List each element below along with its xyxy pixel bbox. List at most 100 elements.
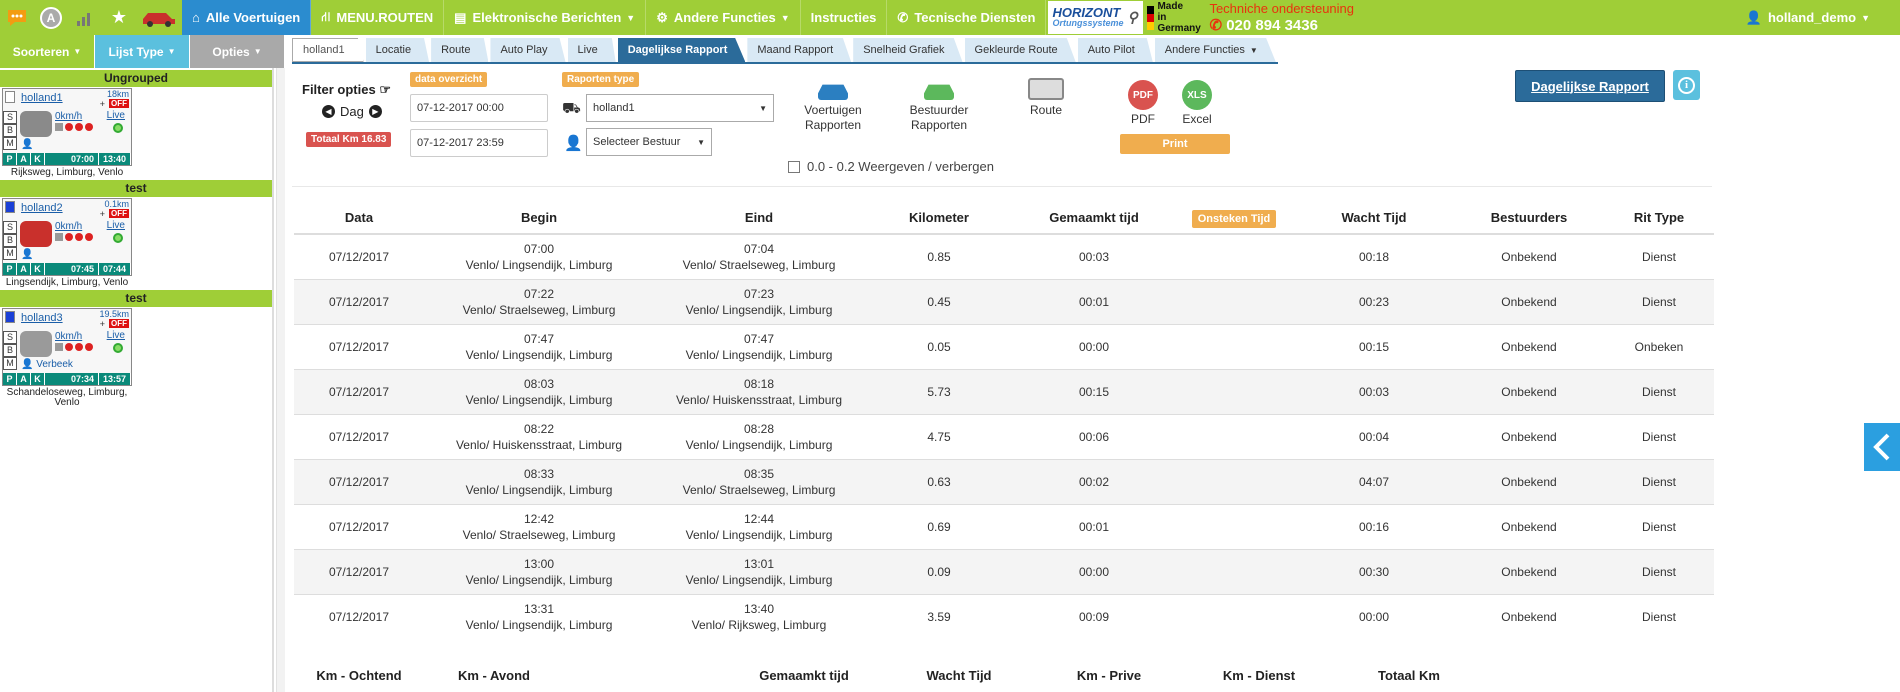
plus-icon[interactable]: +: [100, 319, 105, 329]
date-from-input[interactable]: 07-12-2017 00:00: [410, 94, 548, 122]
auto-mode-icon[interactable]: A: [34, 0, 68, 35]
group-header[interactable]: test: [0, 180, 272, 197]
nav-electronic-messages[interactable]: ▤ Elektronische Berichten ▼: [444, 0, 647, 35]
driver-info: 👤: [21, 249, 33, 260]
group-header[interactable]: test: [0, 290, 272, 307]
vehicle-side-labels: S B M: [3, 331, 17, 370]
tab-live[interactable]: Live: [567, 38, 616, 62]
excel-button[interactable]: XLS Excel: [1180, 80, 1214, 126]
cell-made-time: 00:00: [1014, 548, 1174, 594]
signal-bars-icon[interactable]: [68, 0, 102, 35]
chat-icon[interactable]: [0, 0, 34, 35]
options-button[interactable]: Opties ▼: [190, 35, 285, 68]
vehicle-name-link[interactable]: holland1: [21, 92, 63, 104]
vehicle-speed: 0km/h: [55, 111, 83, 122]
alert-icon: [75, 343, 83, 351]
sidebar-scrollbar[interactable]: [276, 68, 285, 692]
vehicle-status-indicator: [5, 201, 15, 213]
col-begin[interactable]: Begin: [424, 202, 654, 235]
print-button[interactable]: Print: [1120, 134, 1230, 154]
table-row[interactable]: 07/12/2017 07:22 Venlo/ Straelseweg, Limb…: [294, 278, 1714, 324]
short-trips-toggle[interactable]: 0.0 - 0.2 Weergeven / verbergen: [788, 159, 994, 174]
nav-all-vehicles[interactable]: ⌂ Alle Voertuigen: [182, 0, 312, 35]
user-menu[interactable]: 👤 holland_demo ▼: [1746, 0, 1900, 35]
table-row[interactable]: 07/12/2017 08:33 Venlo/ Lingsendijk, Limb…: [294, 458, 1714, 504]
cell-trip-type: Onbeken: [1604, 323, 1714, 369]
table-row[interactable]: 07/12/2017 13:31 Venlo/ Lingsendijk, Limb…: [294, 593, 1714, 639]
col-trip-type[interactable]: Rit Type: [1604, 202, 1714, 235]
summary-km-service: Km - Dienst: [1222, 668, 1296, 683]
cell-end: 07:04 Venlo/ Straelseweg, Limburg: [654, 233, 864, 279]
list-type-button[interactable]: Lijst Type ▼: [95, 35, 190, 68]
tab-other-functions[interactable]: Andere Functies ▼: [1154, 38, 1276, 62]
daily-report-button[interactable]: Dagelijkse Rapport: [1515, 70, 1665, 102]
cell-made-time: 00:09: [1014, 593, 1174, 639]
tab-vehicle-selector[interactable]: holland1: [292, 38, 364, 62]
support-contact[interactable]: Techniche ondersteuning ✆ 020 894 3436: [1205, 0, 1435, 35]
nav-instructions[interactable]: Instructies: [801, 0, 888, 35]
cell-km: 0.09: [864, 548, 1014, 594]
tab-speed-graph[interactable]: Snelheid Grafiek: [853, 38, 963, 62]
col-drivers[interactable]: Bestuurders: [1454, 202, 1604, 235]
next-day-icon[interactable]: ▶: [368, 105, 382, 118]
plus-icon[interactable]: +: [100, 209, 105, 219]
pdf-button[interactable]: PDF PDF: [1126, 80, 1160, 126]
star-icon[interactable]: ★: [102, 0, 136, 35]
live-link[interactable]: Live: [107, 110, 125, 121]
user-icon: 👤: [21, 249, 34, 260]
group-header[interactable]: Ungrouped: [0, 70, 272, 87]
tab-auto-play[interactable]: Auto Play: [490, 38, 566, 62]
cell-begin: 08:03 Venlo/ Lingsendijk, Limburg: [424, 368, 654, 414]
nav-menu-routes[interactable]: ⛙ MENU.ROUTEN: [311, 0, 445, 35]
vehicle-name-link[interactable]: holland2: [21, 202, 63, 214]
driver-reports-button[interactable]: Bestuurder Rapporten: [904, 78, 974, 133]
start-time: 07:00: [67, 153, 99, 165]
sort-button[interactable]: Soorteren ▼: [0, 35, 95, 68]
route-button[interactable]: Route: [1026, 78, 1066, 118]
vehicle-select[interactable]: holland1 ▼: [586, 94, 774, 122]
cell-made-time: 00:01: [1014, 278, 1174, 324]
table-row[interactable]: 07/12/2017 07:00 Venlo/ Lingsendijk, Limb…: [294, 233, 1714, 279]
vehicle-card[interactable]: holland1 18km + OFF S B M 0km/h Live 👤 P…: [2, 88, 132, 166]
tab-monthly-report[interactable]: Maand Rapport: [747, 38, 852, 62]
horizont-logo[interactable]: HORIZONT Ortungssysteme ⚲: [1048, 1, 1144, 34]
col-ignition-time[interactable]: Onsteken Tijd: [1174, 202, 1294, 235]
collapse-panel-button[interactable]: [1864, 423, 1900, 471]
previous-day-icon[interactable]: ◀: [322, 105, 335, 118]
vehicle-name-link[interactable]: holland3: [21, 312, 63, 324]
cell-end: 08:18 Venlo/ Huiskensstraat, Limburg: [654, 368, 864, 414]
col-end[interactable]: Eind: [654, 202, 864, 235]
tab-auto-pilot[interactable]: Auto Pilot: [1077, 38, 1153, 62]
start-time: 07:45: [67, 263, 99, 275]
tab-route[interactable]: Route: [431, 38, 489, 62]
live-link[interactable]: Live: [107, 220, 125, 231]
cell-end: 07:23 Venlo/ Lingsendijk, Limburg: [654, 278, 864, 324]
tab-daily-report[interactable]: Dagelijkse Rapport: [617, 38, 746, 62]
nav-technical-services[interactable]: ✆ Tecnische Diensten: [887, 0, 1047, 35]
table-row[interactable]: 07/12/2017 08:03 Venlo/ Lingsendijk, Limb…: [294, 368, 1714, 414]
vehicle-card[interactable]: holland3 19.5km + OFF S B M 0km/h Live 👤…: [2, 308, 132, 386]
cell-driver: Onbekend: [1454, 503, 1604, 549]
col-made-time[interactable]: Gemaamkt tijd: [1014, 202, 1174, 235]
col-wait-time[interactable]: Wacht Tijd: [1294, 202, 1454, 235]
info-button[interactable]: i: [1673, 70, 1700, 100]
checkbox[interactable]: [788, 160, 800, 173]
tab-colored-route[interactable]: Gekleurde Route: [964, 38, 1076, 62]
nav-other-functions[interactable]: ⚙ Andere Functies ▼: [646, 0, 801, 35]
vehicle-status-indicator: [5, 91, 15, 103]
live-link[interactable]: Live: [107, 330, 125, 341]
table-row[interactable]: 07/12/2017 07:47 Venlo/ Lingsendijk, Limb…: [294, 323, 1714, 369]
driver-select[interactable]: Selecteer Bestuur ▼: [586, 128, 712, 156]
table-row[interactable]: 07/12/2017 12:42 Venlo/ Straelseweg, Limb…: [294, 503, 1714, 549]
tab-location[interactable]: Locatie: [365, 38, 430, 62]
date-to-input[interactable]: 07-12-2017 23:59: [410, 129, 548, 157]
plus-icon[interactable]: +: [100, 99, 105, 109]
car-icon[interactable]: [136, 0, 182, 35]
table-row[interactable]: 07/12/2017 13:00 Venlo/ Lingsendijk, Limb…: [294, 548, 1714, 594]
pdf-icon: PDF: [1128, 80, 1158, 110]
col-kilometer[interactable]: Kilometer: [864, 202, 1014, 235]
vehicle-reports-button[interactable]: Voertuigen Rapporten: [798, 78, 868, 133]
vehicle-card[interactable]: holland2 0.1km + OFF S B M 0km/h Live 👤 …: [2, 198, 132, 276]
col-date[interactable]: Data: [294, 202, 424, 235]
table-row[interactable]: 07/12/2017 08:22 Venlo/ Huiskensstraat, L…: [294, 413, 1714, 459]
